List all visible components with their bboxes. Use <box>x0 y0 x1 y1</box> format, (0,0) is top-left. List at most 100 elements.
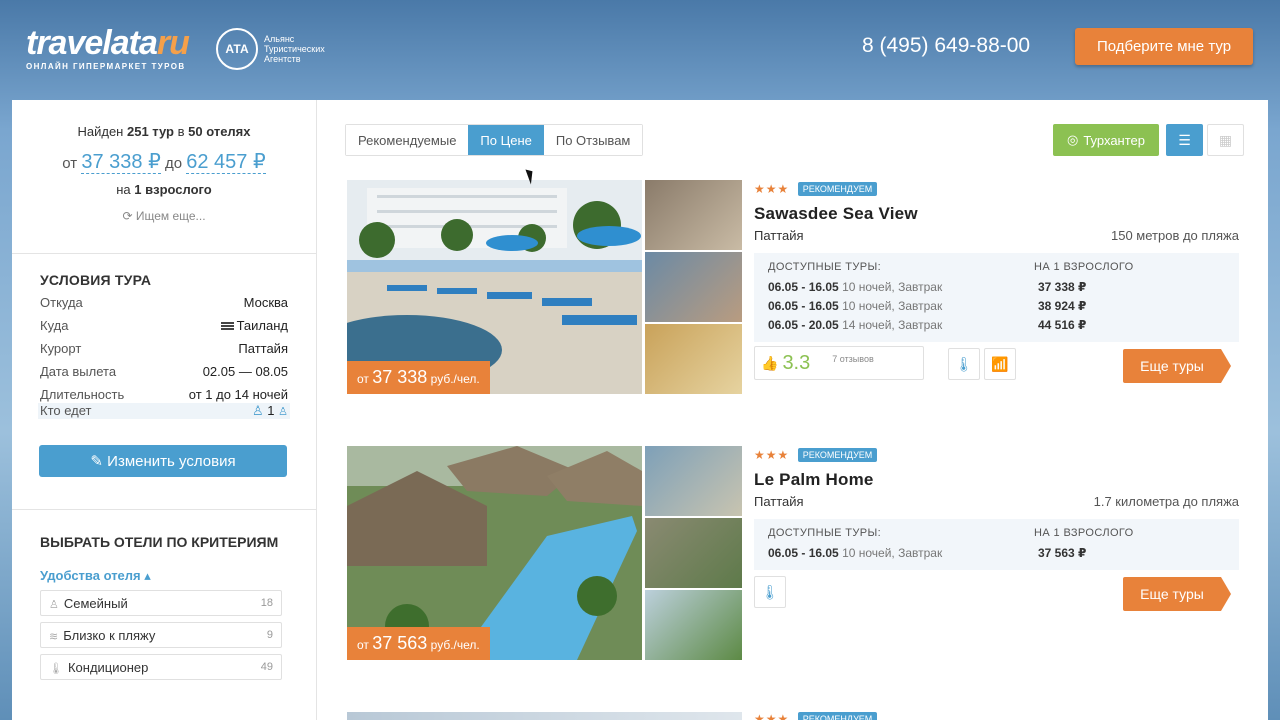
thumbs-up-icon: 👍 <box>761 354 779 371</box>
tour-row[interactable]: 06.05 - 16.05 10 ночей, Завтрак 37 563 ₽ <box>768 543 1225 562</box>
condition-value: Паттайя <box>238 341 288 356</box>
tour-details: 10 ночей, Завтрак <box>842 279 943 294</box>
condition-key: Куда <box>40 318 69 333</box>
filters-sidebar: Найден 251 тур в 50 отелях от 37 338 ₽ д… <box>12 100 316 720</box>
searching-text: Ищем еще... <box>135 209 206 223</box>
thermometer-icon: 🌡 <box>49 662 63 675</box>
amenities-link-label: Удобства отеля <box>40 568 141 583</box>
wifi-amenity[interactable]: 📶 <box>984 348 1016 380</box>
person-icon: ♙ <box>251 403 264 418</box>
price-header: НА 1 ВЗРОСЛОГО <box>1034 527 1134 539</box>
logo-ru: ru <box>156 24 190 62</box>
condition-travelers: Кто едет ♙ 1 ♙ <box>38 403 290 419</box>
ata-text: Альянс Туристических Агентств <box>264 34 325 64</box>
hotel-thumb[interactable] <box>645 324 742 394</box>
more-tours-button[interactable]: Еще туры <box>1123 577 1231 611</box>
amenities-toggle[interactable]: Удобства отеля ▴ <box>40 568 288 584</box>
results-panel: Рекомендуемые По Цене По Отзывам ◎ Турха… <box>316 100 1268 720</box>
pick-tour-button[interactable]: Подберите мне тур <box>1075 28 1253 65</box>
tours-table: ДОСТУПНЫЕ ТУРЫ: НА 1 ВЗРОСЛОГО 06.05 - 1… <box>754 519 1239 570</box>
travelata-logo[interactable]: travelataru ОНЛАЙН ГИПЕРМАРКЕТ ТУРОВ <box>26 24 190 71</box>
tour-dates: 06.05 - 16.05 <box>768 279 839 294</box>
change-conditions-button[interactable]: ✎ Изменить условия <box>39 445 287 477</box>
tour-row[interactable]: 06.05 - 16.05 10 ночей, Завтрак 38 924 ₽ <box>768 296 1225 315</box>
sort-price[interactable]: По Цене <box>468 125 544 155</box>
tour-price: 38 924 ₽ <box>1038 298 1087 313</box>
condition-key: Откуда <box>40 295 83 310</box>
star-rating: ★★★ <box>754 447 790 462</box>
price-to-label: до <box>164 155 183 172</box>
recommended-badge: РЕКОМЕНДУЕМ <box>797 447 878 462</box>
condition-value: 1 <box>267 403 275 418</box>
edit-icon: ✎ <box>90 453 103 470</box>
wifi-icon: 📶 <box>991 355 1009 372</box>
found-prefix: Найден <box>77 124 124 139</box>
grid-view-button[interactable]: ▦ <box>1207 124 1244 156</box>
condition-key: Курорт <box>40 341 82 356</box>
hotel-thumb[interactable] <box>645 518 742 588</box>
hotel-thumb[interactable] <box>645 252 742 322</box>
conditions-title: УСЛОВИЯ ТУРА <box>40 272 152 288</box>
condition-to: Куда Таиланд <box>40 318 288 334</box>
tour-dates: 06.05 - 20.05 <box>768 317 839 332</box>
caret-up-icon: ▴ <box>144 568 151 583</box>
phone-number[interactable]: 8 (495) 649-88-00 <box>862 34 1030 58</box>
hotel-name[interactable]: Sawasdee Sea View <box>754 204 1239 224</box>
tour-row[interactable]: 06.05 - 20.05 14 ночей, Завтрак 44 516 ₽ <box>768 315 1225 334</box>
hotel-photo-main[interactable]: от 37 338 руб./чел. <box>347 180 642 394</box>
rating-box[interactable]: 👍 3.3 7 отзывов <box>754 346 924 380</box>
sort-tabs: Рекомендуемые По Цене По Отзывам <box>345 124 644 156</box>
target-icon: ◎ <box>1066 132 1079 147</box>
spinner-icon: ⟳ <box>122 209 133 223</box>
price-from[interactable]: 37 338 ₽ <box>81 151 161 174</box>
amenity-ac[interactable]: 🌡 Кондиционер 49 <box>40 654 282 680</box>
price-range: от 37 338 ₽ до 62 457 ₽ <box>12 149 316 174</box>
amenity-beach[interactable]: ≋ Близко к пляжу 9 <box>40 622 282 648</box>
list-view-button[interactable]: ☰ <box>1166 124 1203 156</box>
hotel-thumb[interactable] <box>645 590 742 660</box>
adult-prefix: на <box>116 182 131 197</box>
found-mid: в <box>177 124 185 139</box>
tour-details: 10 ночей, Завтрак <box>842 298 943 313</box>
condition-value: от 1 до 14 ночей <box>188 387 288 402</box>
star-rating: ★★★ <box>754 711 790 720</box>
hotel-name[interactable]: Le Palm Home <box>754 470 1239 490</box>
condition-dates: Дата вылета 02.05 — 08.05 <box>40 364 288 380</box>
hotel-criteria: ВЫБРАТЬ ОТЕЛИ ПО КРИТЕРИЯМ Удобства отел… <box>12 509 316 680</box>
sort-reviews[interactable]: По Отзывам <box>543 125 643 155</box>
recommended-badge: РЕКОМЕНДУЕМ <box>797 181 878 196</box>
ac-amenity[interactable]: 🌡 <box>754 576 786 608</box>
tour-price: 37 338 ₽ <box>1038 279 1087 294</box>
flag-icon <box>220 322 234 332</box>
list-icon: ☰ <box>1178 131 1191 148</box>
turhunter-button[interactable]: ◎ Турхантер <box>1053 124 1159 156</box>
amenity-family[interactable]: ♙ Семейный 18 <box>40 590 282 616</box>
tour-price: 37 563 ₽ <box>1038 545 1087 560</box>
hotel-thumb[interactable] <box>645 180 742 250</box>
condition-value: Таиланд <box>236 318 288 333</box>
reviews-count: 7 отзывов <box>832 354 874 364</box>
hotel-card: от 37 338 руб./чел. ★★★ РЕКОМЕНДУЕМ Sawa… <box>347 180 1241 396</box>
tour-row[interactable]: 06.05 - 16.05 10 ночей, Завтрак 37 338 ₽ <box>768 277 1225 296</box>
hotel-header-partial: ★★★ РЕКОМЕНДУЕМ <box>754 710 878 720</box>
price-to[interactable]: 62 457 ₽ <box>186 151 266 174</box>
price-tag: от 37 563 руб./чел. <box>347 627 490 660</box>
hotel-thumb[interactable] <box>645 446 742 516</box>
tours-table: ДОСТУПНЫЕ ТУРЫ: НА 1 ВЗРОСЛОГО 06.05 - 1… <box>754 253 1239 342</box>
family-icon: ♙ <box>49 598 59 611</box>
hotel-photo-partial[interactable] <box>347 712 742 720</box>
waves-icon: ≋ <box>49 630 59 643</box>
ac-amenity[interactable]: 🌡 <box>948 348 980 380</box>
hotel-photo-main[interactable]: от 37 563 руб./чел. <box>347 446 642 660</box>
more-tours-button[interactable]: Еще туры <box>1123 349 1231 383</box>
beach-distance: 150 метров до пляжа <box>1111 228 1239 243</box>
amenity-count: 49 <box>260 661 273 673</box>
child-icon: ♙ <box>278 406 288 418</box>
amenity-label: Близко к пляжу <box>63 627 156 643</box>
condition-value: 02.05 — 08.05 <box>202 364 288 379</box>
found-summary: Найден 251 тур в 50 отелях <box>12 124 316 139</box>
price-from-label: от <box>62 155 78 172</box>
sort-recommended[interactable]: Рекомендуемые <box>346 125 469 155</box>
price-tag-prefix: от <box>357 638 369 652</box>
price-tag-value: 37 338 <box>372 367 428 387</box>
